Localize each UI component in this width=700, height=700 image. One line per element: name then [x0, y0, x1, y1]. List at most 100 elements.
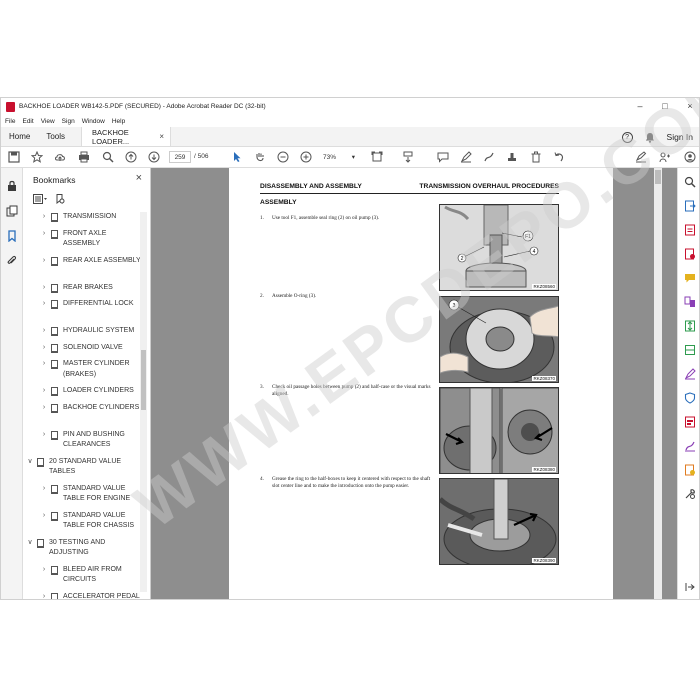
undo-icon[interactable] — [553, 151, 565, 163]
bookmark-item[interactable]: › MASTER CYLINDER (BRAKES) — [39, 359, 141, 380]
close-icon[interactable]: × — [136, 172, 142, 184]
chevron-right-icon[interactable]: › — [39, 386, 49, 397]
bookmark-item[interactable]: › BLEED AIR FROM CIRCUITS — [39, 565, 141, 586]
bookmark-options-icon[interactable] — [33, 194, 47, 204]
find-bookmark-icon[interactable] — [55, 194, 65, 204]
bookmarks-scrollbar[interactable] — [140, 212, 147, 592]
lock-icon[interactable] — [6, 180, 18, 192]
menu-sign[interactable]: Sign — [62, 118, 75, 125]
menu-window[interactable]: Window — [82, 118, 105, 125]
save-icon[interactable] — [8, 151, 20, 163]
attachment-icon[interactable] — [6, 255, 18, 267]
bookmark-item[interactable]: › ACCELERATOR PEDAL AND THROTTLE LEVER — [39, 592, 141, 600]
bookmark-item[interactable]: › TRANSMISSION — [39, 212, 141, 223]
combine-files-icon[interactable] — [684, 248, 696, 260]
scroll-mode-icon[interactable] — [402, 151, 414, 163]
chevron-right-icon[interactable]: › — [39, 326, 49, 337]
next-page-icon[interactable] — [148, 151, 160, 163]
comment-icon[interactable] — [437, 151, 449, 163]
bookmark-item[interactable]: › HYDRAULIC SYSTEM — [39, 326, 141, 337]
bookmarks-scroll-thumb[interactable] — [141, 350, 146, 410]
chevron-right-icon[interactable]: › — [39, 430, 49, 441]
close-window-button[interactable]: × — [685, 100, 695, 112]
fit-page-icon[interactable] — [371, 151, 383, 163]
bookmark-item[interactable]: › REAR BRAKES — [39, 283, 141, 294]
star-icon[interactable] — [31, 151, 43, 163]
bookmark-item[interactable]: › PIN AND BUSHING CLEARANCES — [39, 430, 141, 451]
bookmark-item[interactable]: ∨ 20 STANDARD VALUE TABLES — [25, 457, 141, 478]
fill-sign-icon[interactable] — [684, 368, 696, 380]
chevron-right-icon[interactable]: › — [39, 299, 49, 310]
previous-page-icon[interactable] — [125, 151, 137, 163]
organize-pages-icon[interactable] — [684, 296, 696, 308]
document-scrollbar[interactable] — [654, 168, 662, 599]
print-icon[interactable] — [78, 151, 90, 163]
chevron-right-icon[interactable]: › — [39, 403, 49, 414]
stamp-icon[interactable] — [506, 151, 518, 163]
send-for-signature-icon[interactable] — [684, 440, 696, 452]
redact-icon[interactable] — [684, 416, 696, 428]
collapse-panel-icon[interactable] — [684, 581, 696, 593]
share-icon[interactable] — [659, 151, 671, 163]
bookmark-item[interactable]: › STANDARD VALUE TABLE FOR ENGINE — [39, 484, 141, 505]
export-pdf-icon[interactable] — [684, 200, 696, 212]
search-zoom-icon[interactable] — [684, 176, 696, 188]
chevron-right-icon[interactable]: › — [39, 511, 49, 522]
draw-icon[interactable] — [483, 151, 495, 163]
tab-document[interactable]: BACKHOE LOADER... × — [81, 127, 172, 146]
tab-tools[interactable]: Tools — [38, 127, 73, 146]
zoom-out-icon[interactable] — [277, 151, 289, 163]
hand-tool-icon[interactable] — [254, 151, 266, 163]
bookmark-icon[interactable] — [6, 230, 18, 242]
more-tools-icon[interactable] — [684, 488, 696, 500]
document-scroll-thumb[interactable] — [655, 170, 661, 184]
minimize-button[interactable]: – — [635, 100, 645, 112]
prepare-form-icon[interactable] — [684, 464, 696, 476]
document-view[interactable]: DISASSEMBLY AND ASSEMBLY TRANSMISSION OV… — [151, 168, 677, 599]
zoom-dropdown[interactable]: 73% ▾ — [319, 151, 359, 163]
chevron-right-icon[interactable]: › — [39, 212, 49, 223]
chevron-right-icon[interactable]: › — [39, 283, 49, 294]
scan-ocr-icon[interactable] — [684, 344, 696, 356]
tab-home[interactable]: Home — [1, 127, 38, 146]
upload-cloud-icon[interactable] — [54, 151, 66, 163]
bookmark-item[interactable]: › REAR AXLE ASSEMBLY — [39, 256, 141, 267]
highlight-pen-icon[interactable] — [460, 151, 472, 163]
bookmark-item[interactable]: › BACKHOE CYLINDERS — [39, 403, 141, 414]
bookmark-item[interactable]: › LOADER CYLINDERS — [39, 386, 141, 397]
menu-help[interactable]: Help — [112, 118, 125, 125]
delete-icon[interactable] — [530, 151, 542, 163]
chevron-right-icon[interactable]: › — [39, 343, 49, 354]
page-number-input[interactable]: 259 — [169, 151, 191, 163]
bookmark-item[interactable]: › DIFFERENTIAL LOCK — [39, 299, 141, 310]
chevron-down-icon[interactable]: ∨ — [25, 457, 35, 468]
menu-edit[interactable]: Edit — [22, 118, 33, 125]
page-thumbnails-icon[interactable] — [6, 205, 18, 217]
account-icon[interactable] — [684, 151, 696, 163]
bookmark-item[interactable]: › STANDARD VALUE TABLE FOR CHASSIS — [39, 511, 141, 532]
chevron-right-icon[interactable]: › — [39, 256, 49, 267]
chevron-right-icon[interactable]: › — [39, 229, 49, 240]
find-icon[interactable] — [102, 151, 114, 163]
bookmark-item[interactable]: ∨ 30 TESTING AND ADJUSTING — [25, 538, 141, 559]
tab-close-icon[interactable]: × — [159, 132, 164, 141]
chevron-right-icon[interactable]: › — [39, 359, 49, 370]
select-cursor-icon[interactable] — [231, 151, 243, 163]
menu-file[interactable]: File — [5, 118, 15, 125]
chevron-right-icon[interactable]: › — [39, 565, 49, 576]
chevron-down-icon[interactable]: ∨ — [25, 538, 35, 549]
sign-in-button[interactable]: Sign In — [667, 132, 693, 142]
create-pdf-icon[interactable] — [684, 224, 696, 236]
compress-pdf-icon[interactable] — [684, 320, 696, 332]
bell-icon[interactable] — [645, 132, 655, 143]
bookmark-item[interactable]: › SOLENOID VALVE — [39, 343, 141, 354]
chevron-right-icon[interactable]: › — [39, 592, 49, 600]
maximize-button[interactable]: □ — [660, 100, 670, 112]
zoom-in-icon[interactable] — [300, 151, 312, 163]
help-icon[interactable]: ? — [621, 131, 633, 143]
comment-tool-icon[interactable] — [684, 272, 696, 284]
bookmark-item[interactable]: › FRONT AXLE ASSEMBLY — [39, 229, 141, 250]
sign-icon[interactable] — [635, 151, 647, 163]
protect-icon[interactable] — [684, 392, 696, 404]
menu-view[interactable]: View — [41, 118, 55, 125]
